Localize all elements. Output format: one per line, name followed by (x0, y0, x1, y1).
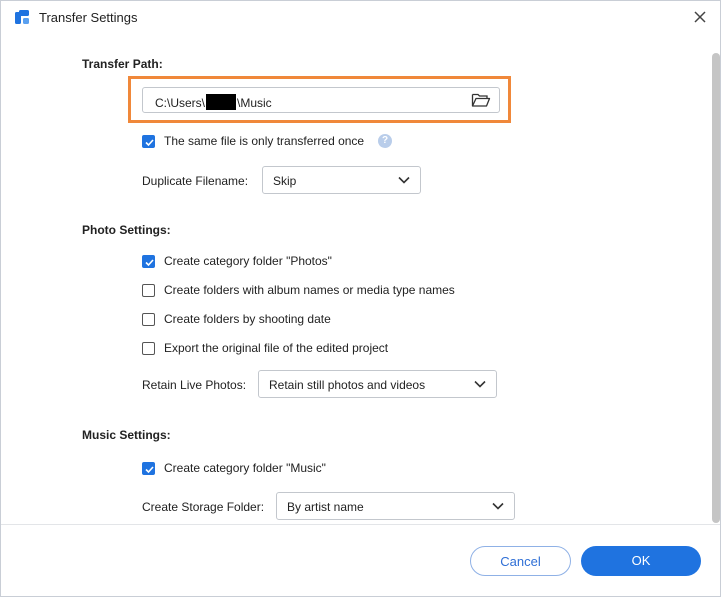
music-category-folder-checkbox[interactable] (142, 461, 155, 475)
same-file-once-label: The same file is only transferred once (164, 134, 365, 148)
photo-option-shooting-date[interactable]: Create folders by shooting date (142, 311, 331, 327)
photo-option-category-folder[interactable]: Create category folder "Photos" (142, 253, 332, 269)
same-file-once-checkbox[interactable] (142, 134, 155, 148)
photo-option-export-original[interactable]: Export the original file of the edited p… (142, 340, 388, 356)
photo-export-original-label: Export the original file of the edited p… (164, 341, 389, 355)
checkmark-icon (145, 258, 154, 266)
storage-folder-label: Create Storage Folder: (142, 500, 265, 514)
photo-album-folders-checkbox[interactable] (142, 283, 155, 297)
storage-folder-select[interactable]: By artist name (276, 492, 515, 520)
photo-shooting-date-checkbox[interactable] (142, 312, 155, 326)
chevron-down-icon (492, 502, 504, 510)
ok-button[interactable]: OK (581, 546, 701, 576)
duplicate-filename-value: Skip (273, 174, 297, 188)
path-prefix: C:\Users\ (155, 96, 206, 110)
photo-category-folder-checkbox[interactable] (142, 254, 155, 268)
photo-option-album-folders[interactable]: Create folders with album names or media… (142, 282, 455, 298)
retain-live-photos-select[interactable]: Retain still photos and videos (258, 370, 497, 398)
duplicate-filename-select[interactable]: Skip (262, 166, 421, 194)
folder-open-icon[interactable] (471, 92, 491, 108)
checkmark-icon (145, 138, 154, 146)
music-settings-title: Music Settings: (82, 428, 171, 442)
photo-category-folder-label: Create category folder "Photos" (164, 254, 332, 268)
same-file-once-option[interactable]: The same file is only transferred once ? (142, 133, 393, 149)
photo-album-folders-label: Create folders with album names or media… (164, 283, 455, 297)
music-category-folder-label: Create category folder "Music" (164, 461, 326, 475)
photo-settings-title: Photo Settings: (82, 223, 171, 237)
retain-live-photos-label: Retain Live Photos: (142, 378, 247, 392)
music-option-category-folder[interactable]: Create category folder "Music" (142, 460, 326, 476)
chevron-down-icon (398, 176, 410, 184)
cancel-button[interactable]: Cancel (470, 546, 571, 576)
close-icon[interactable] (690, 7, 710, 27)
storage-folder-value: By artist name (287, 500, 364, 514)
title-bar: Transfer Settings (1, 1, 720, 33)
retain-live-photos-value: Retain still photos and videos (269, 378, 426, 392)
checkmark-icon (145, 465, 154, 473)
dialog-title: Transfer Settings (39, 10, 138, 25)
duplicate-filename-label: Duplicate Filename: (142, 174, 249, 188)
chevron-down-icon (474, 380, 486, 388)
photo-shooting-date-label: Create folders by shooting date (164, 312, 331, 326)
transfer-path-title: Transfer Path: (82, 57, 163, 71)
transfer-path-value: C:\Users\ \Music (155, 94, 272, 110)
footer-divider (1, 524, 720, 525)
photo-export-original-checkbox[interactable] (142, 341, 155, 355)
transfer-settings-dialog: Transfer Settings Transfer Path: C:\User… (0, 0, 721, 597)
redacted-username (206, 94, 237, 110)
app-icon (15, 10, 29, 24)
vertical-scrollbar[interactable] (712, 53, 720, 523)
help-icon[interactable]: ? (378, 134, 393, 148)
path-suffix: \Music (237, 96, 272, 110)
transfer-path-field[interactable]: C:\Users\ \Music (142, 87, 500, 113)
